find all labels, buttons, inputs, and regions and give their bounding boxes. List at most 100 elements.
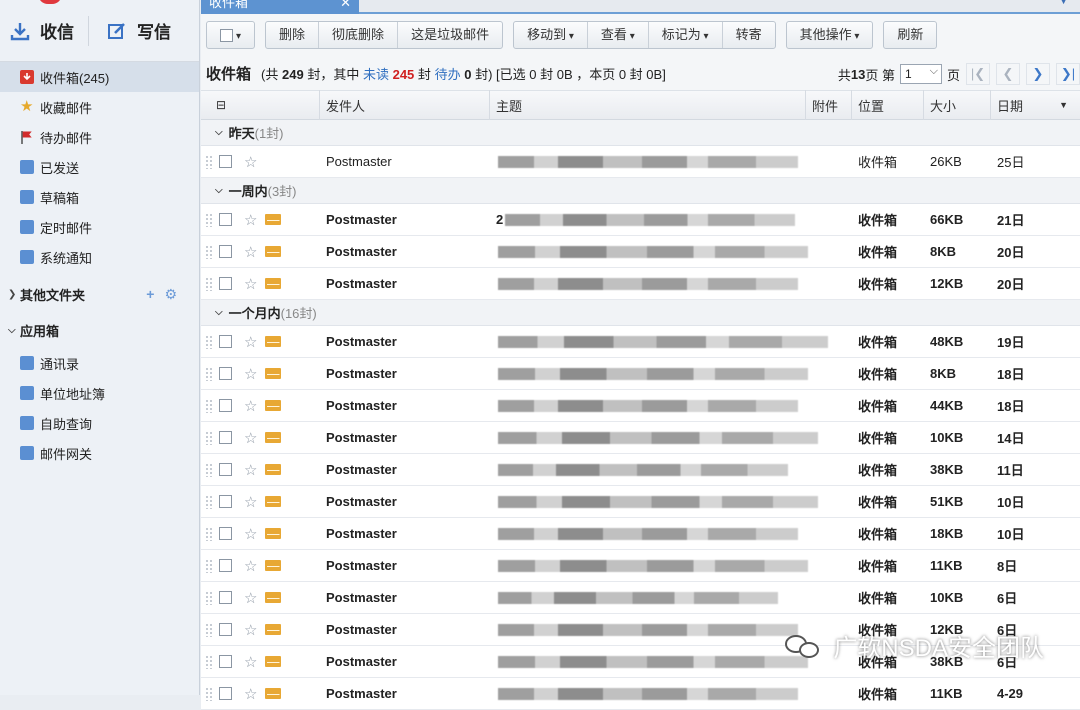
row-checkbox[interactable] [219, 213, 232, 226]
drag-handle-icon[interactable] [205, 526, 213, 541]
write-button[interactable]: 写信 [97, 11, 171, 51]
subject[interactable] [490, 155, 852, 168]
row-checkbox[interactable] [219, 527, 232, 540]
star-icon[interactable]: ☆ [244, 653, 257, 671]
star-icon[interactable]: ☆ [244, 685, 257, 703]
subject[interactable] [490, 527, 852, 540]
subject[interactable] [490, 463, 852, 476]
star-icon[interactable]: ☆ [244, 365, 257, 383]
other-ops-button[interactable]: 其他操作 [787, 22, 873, 48]
add-folder-icon[interactable]: + [146, 286, 154, 303]
table-row[interactable]: ☆ Postmaster 收件箱 10KB 14日 [201, 422, 1080, 454]
subject[interactable] [490, 431, 852, 444]
tab-menu-icon[interactable]: ▼ [1059, 0, 1068, 6]
star-icon[interactable]: ☆ [244, 275, 257, 293]
star-icon[interactable]: ☆ [244, 243, 257, 261]
drag-handle-icon[interactable] [205, 430, 213, 445]
row-checkbox[interactable] [219, 245, 232, 258]
close-icon[interactable]: ✕ [340, 0, 351, 12]
row-checkbox[interactable] [219, 559, 232, 572]
sidebar-item-sent[interactable]: 已发送 [0, 152, 199, 182]
forward-button[interactable]: 转寄 [723, 22, 775, 48]
drag-handle-icon[interactable] [205, 590, 213, 605]
other-folders-section[interactable]: ❯ 其他文件夹 + ⚙ [0, 276, 199, 312]
refresh-button[interactable]: 刷新 [884, 22, 936, 48]
subject[interactable] [490, 367, 852, 380]
view-button[interactable]: 查看 [588, 22, 649, 48]
star-icon[interactable]: ☆ [244, 621, 257, 639]
drag-handle-icon[interactable] [205, 622, 213, 637]
row-checkbox[interactable] [219, 655, 232, 668]
row-checkbox[interactable] [219, 463, 232, 476]
column-options[interactable]: ⊟ [201, 90, 320, 120]
receive-button[interactable]: 收信 [0, 11, 74, 51]
column-size[interactable]: 大小 [924, 90, 991, 120]
last-page-button[interactable]: ❯| [1056, 63, 1080, 85]
star-icon[interactable]: ☆ [244, 211, 257, 229]
table-row[interactable]: ☆ Postmaster 收件箱 48KB 19日 [201, 326, 1080, 358]
sidebar-item-favorites[interactable]: ★ 收藏邮件 [0, 92, 199, 122]
row-checkbox[interactable] [219, 495, 232, 508]
star-icon[interactable]: ☆ [244, 429, 257, 447]
star-icon[interactable]: ☆ [244, 397, 257, 415]
gear-icon[interactable]: ⚙ [164, 286, 177, 303]
table-row[interactable]: ☆ Postmaster 收件箱 44KB 18日 [201, 390, 1080, 422]
perm-delete-button[interactable]: 彻底删除 [319, 22, 399, 48]
row-checkbox[interactable] [219, 155, 232, 168]
subject[interactable] [490, 335, 852, 348]
star-icon[interactable]: ☆ [244, 153, 257, 171]
page-select[interactable]: 1 [899, 62, 942, 84]
sidebar-item-inbox[interactable]: 收件箱(245) [0, 62, 199, 92]
row-checkbox[interactable] [219, 399, 232, 412]
subject[interactable] [490, 687, 852, 700]
sidebar-item-todo[interactable]: 待办邮件 [0, 122, 199, 152]
drag-handle-icon[interactable] [205, 334, 213, 349]
drag-handle-icon[interactable] [205, 154, 213, 169]
table-row[interactable]: ☆ Postmaster 2 收件箱 66KB 21日 [201, 204, 1080, 236]
row-checkbox[interactable] [219, 623, 232, 636]
sidebar-item-drafts[interactable]: 草稿箱 [0, 182, 199, 212]
column-attachment[interactable]: 附件 [806, 90, 852, 120]
table-row[interactable]: ☆ Postmaster 收件箱 11KB 8日 [201, 550, 1080, 582]
drag-handle-icon[interactable] [205, 276, 213, 291]
subject[interactable] [490, 495, 852, 508]
star-icon[interactable]: ☆ [244, 589, 257, 607]
star-icon[interactable]: ☆ [244, 333, 257, 351]
table-row[interactable]: ☆ Postmaster 收件箱 51KB 10日 [201, 486, 1080, 518]
sidebar-item-system[interactable]: 系统通知 [0, 242, 199, 272]
drag-handle-icon[interactable] [205, 212, 213, 227]
group-header[interactable]: ⌵ 一周内 (3封) [201, 178, 1080, 204]
spam-button[interactable]: 这是垃圾邮件 [398, 22, 502, 48]
table-row[interactable]: ☆ Postmaster 收件箱 8KB 20日 [201, 236, 1080, 268]
table-row[interactable]: ☆ Postmaster 收件箱 10KB 6日 [201, 582, 1080, 614]
subject[interactable]: 2 [490, 212, 852, 227]
prev-page-button[interactable]: ❮ [996, 63, 1020, 85]
checkbox[interactable] [220, 29, 233, 43]
move-to-button[interactable]: 移动到 [514, 22, 588, 48]
row-checkbox[interactable] [219, 431, 232, 444]
todo-link[interactable]: 待办 [435, 67, 461, 82]
row-checkbox[interactable] [219, 335, 232, 348]
column-date[interactable]: 日期 ▼ [991, 90, 1080, 120]
drag-handle-icon[interactable] [205, 244, 213, 259]
sidebar-item-mail-gateway[interactable]: 邮件网关 [0, 438, 199, 468]
subject[interactable] [490, 399, 852, 412]
sidebar-item-contacts[interactable]: 通讯录 [0, 348, 199, 378]
mark-as-button[interactable]: 标记为 [649, 22, 723, 48]
table-row[interactable]: ☆ Postmaster 收件箱 12KB 20日 [201, 268, 1080, 300]
group-header[interactable]: ⌵ 昨天 (1封) [201, 120, 1080, 146]
row-checkbox[interactable] [219, 687, 232, 700]
drag-handle-icon[interactable] [205, 686, 213, 701]
tab-inbox[interactable]: 收件箱 ✕ [201, 0, 359, 14]
drag-handle-icon[interactable] [205, 366, 213, 381]
drag-handle-icon[interactable] [205, 462, 213, 477]
column-location[interactable]: 位置 [852, 90, 924, 120]
table-row[interactable]: ☆ Postmaster 收件箱 38KB 11日 [201, 454, 1080, 486]
table-row[interactable]: ☆ Postmaster 收件箱 26KB 25日 [201, 146, 1080, 178]
row-checkbox[interactable] [219, 367, 232, 380]
row-checkbox[interactable] [219, 591, 232, 604]
table-row[interactable]: ☆ Postmaster 收件箱 18KB 10日 [201, 518, 1080, 550]
first-page-button[interactable]: |❮ [966, 63, 990, 85]
subject[interactable] [490, 559, 852, 572]
star-icon[interactable]: ☆ [244, 525, 257, 543]
